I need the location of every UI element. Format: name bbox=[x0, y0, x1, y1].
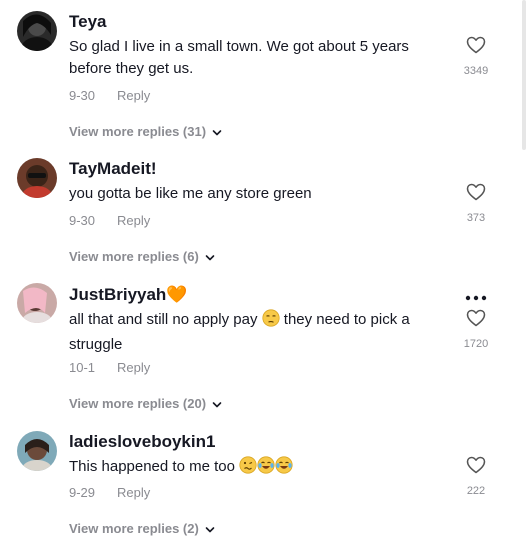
username[interactable]: Teya bbox=[69, 12, 107, 32]
comment-date: 9-30 bbox=[69, 213, 96, 228]
avatar[interactable] bbox=[17, 431, 57, 471]
avatar[interactable] bbox=[17, 11, 57, 51]
chevron-down-icon bbox=[212, 125, 222, 140]
view-more-replies-button[interactable]: View more replies (31) bbox=[69, 124, 222, 140]
comment-text: So glad I live in a small town. We got a… bbox=[69, 38, 409, 77]
avatar[interactable] bbox=[17, 158, 57, 198]
avatar[interactable] bbox=[17, 283, 57, 323]
comment-text: all that and still no apply pay they nee… bbox=[69, 309, 444, 356]
like-group: 1720 bbox=[456, 309, 496, 350]
reply-button[interactable]: Reply bbox=[117, 213, 150, 228]
view-replies-label: View more replies (2) bbox=[69, 521, 199, 536]
username[interactable]: ladiesloveboykin1 bbox=[69, 432, 215, 452]
comment-meta: 9-29 Reply bbox=[69, 485, 150, 500]
like-count: 1720 bbox=[463, 338, 489, 350]
username[interactable]: TayMadeit! bbox=[69, 159, 157, 179]
comment-text-part: all that and still no apply pay bbox=[69, 311, 262, 328]
view-replies-label: View more replies (6) bbox=[69, 249, 199, 264]
view-replies-label: View more replies (20) bbox=[69, 396, 207, 411]
like-group: 222 bbox=[456, 456, 496, 497]
like-group: 373 bbox=[456, 183, 496, 224]
username[interactable]: JustBriyyah🧡 bbox=[69, 285, 188, 305]
like-group: 3349 bbox=[456, 36, 496, 77]
reply-button[interactable]: Reply bbox=[117, 485, 150, 500]
like-count: 373 bbox=[466, 212, 486, 224]
reply-button[interactable]: Reply bbox=[117, 360, 150, 375]
heart-outline-icon[interactable] bbox=[456, 36, 496, 59]
comment-text: This happened to me too bbox=[69, 456, 444, 481]
tears-of-joy-face-icon bbox=[257, 456, 275, 481]
heart-outline-icon[interactable] bbox=[456, 309, 496, 332]
unamused-face-icon bbox=[262, 309, 280, 334]
chevron-down-icon bbox=[205, 250, 215, 265]
scrollbar[interactable] bbox=[522, 0, 526, 150]
tears-of-joy-face-icon bbox=[275, 456, 293, 481]
view-more-replies-button[interactable]: View more replies (6) bbox=[69, 249, 215, 265]
heart-outline-icon[interactable] bbox=[456, 183, 496, 206]
comment-date: 9-30 bbox=[69, 88, 96, 103]
comment-meta: 9-30 Reply bbox=[69, 213, 150, 228]
view-replies-label: View more replies (31) bbox=[69, 124, 207, 139]
comment-meta: 9-30 Reply bbox=[69, 88, 150, 103]
view-more-replies-button[interactable]: View more replies (20) bbox=[69, 396, 222, 412]
woozy-face-icon bbox=[239, 456, 257, 481]
chevron-down-icon bbox=[205, 522, 215, 537]
view-more-replies-button[interactable]: View more replies (2) bbox=[69, 521, 215, 537]
like-count: 222 bbox=[466, 485, 486, 497]
comment-text-part: This happened to me too bbox=[69, 458, 240, 475]
comment-date: 10-1 bbox=[69, 360, 96, 375]
more-options-icon[interactable] bbox=[464, 290, 488, 301]
comment-meta: 10-1 Reply bbox=[69, 360, 150, 375]
like-count: 3349 bbox=[463, 65, 489, 77]
chevron-down-icon bbox=[212, 397, 222, 412]
heart-outline-icon[interactable] bbox=[456, 456, 496, 479]
comment-text: you gotta be like me any store green bbox=[69, 185, 312, 202]
comment-date: 9-29 bbox=[69, 485, 96, 500]
reply-button[interactable]: Reply bbox=[117, 88, 150, 103]
